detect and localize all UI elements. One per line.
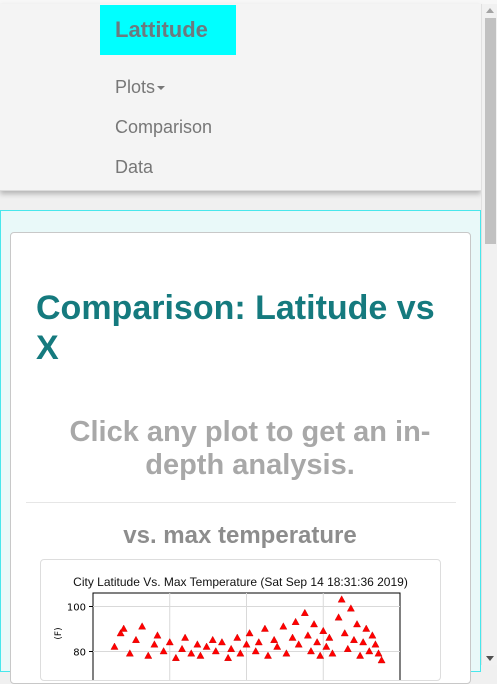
data-point: [307, 647, 315, 655]
plot-max-temperature[interactable]: City Latitude Vs. Max Temperature (Sat S…: [40, 559, 441, 681]
vertical-scrollbar[interactable]: [481, 4, 497, 665]
data-point: [150, 640, 159, 648]
page-subtitle: Click any plot to get an in-depth analys…: [69, 416, 431, 481]
data-point: [350, 635, 358, 643]
data-point: [138, 622, 147, 630]
data-point: [273, 642, 282, 650]
nav-item-comparison[interactable]: Comparison: [115, 116, 212, 138]
data-point: [303, 631, 312, 639]
data-point: [322, 642, 331, 650]
data-point: [196, 651, 205, 659]
data-point: [343, 644, 352, 652]
data-point: [260, 624, 269, 632]
data-point: [264, 651, 272, 659]
data-point: [178, 644, 186, 652]
data-point: [346, 604, 355, 612]
data-point: [270, 635, 279, 643]
data-point: [144, 651, 153, 659]
scroll-thumb[interactable]: [485, 18, 496, 244]
navbar-brand[interactable]: Lattitude: [100, 5, 236, 55]
nav-item-plots[interactable]: Plots: [115, 76, 166, 98]
data-point: [334, 613, 343, 621]
data-point: [362, 624, 371, 632]
data-point: [316, 651, 325, 659]
nav-item-plots-label: Plots: [115, 77, 156, 97]
y-axis-label: (F): [54, 627, 64, 639]
data-point: [368, 631, 377, 639]
caret-down-icon: [157, 86, 166, 91]
data-point: [171, 653, 180, 661]
data-point: [224, 653, 233, 661]
data-point: [208, 635, 217, 643]
section-divider: [26, 502, 456, 503]
data-point: [254, 638, 263, 646]
data-point: [365, 647, 374, 655]
data-point: [159, 647, 168, 655]
data-point: [371, 640, 380, 648]
data-point: [377, 656, 386, 664]
data-point: [110, 642, 119, 650]
data-point: [236, 649, 245, 657]
data-point: [279, 622, 288, 630]
data-point: [328, 649, 337, 657]
data-point: [359, 638, 368, 646]
data-point: [282, 649, 291, 657]
data-point: [319, 626, 328, 634]
data-point: [325, 633, 334, 641]
data-point: [294, 640, 303, 648]
scroll-down-arrow-icon[interactable]: [486, 656, 494, 661]
data-point: [233, 633, 242, 641]
data-point: [165, 638, 174, 646]
data-point: [202, 642, 211, 650]
data-point: [218, 638, 226, 646]
data-point: [251, 647, 260, 655]
data-point: [310, 620, 318, 628]
section-heading-max-temperature: vs. max temperature: [123, 522, 357, 549]
data-point: [340, 629, 349, 637]
data-point: [153, 631, 162, 639]
data-point: [337, 595, 346, 603]
data-point: [356, 651, 365, 659]
data-point: [245, 629, 254, 637]
data-point: [125, 649, 134, 657]
data-point: [242, 640, 251, 648]
data-point: [353, 620, 361, 628]
data-point: [132, 635, 140, 643]
nav-item-data[interactable]: Data: [115, 156, 153, 178]
data-point: [227, 644, 236, 652]
data-point: [181, 633, 190, 641]
y-tick-label: 100: [67, 603, 86, 614]
scatter-chart: 80 100 (F): [54, 592, 401, 680]
data-point: [119, 624, 128, 632]
y-tick-label: 80: [73, 648, 86, 659]
data-point: [193, 640, 202, 648]
data-point: [211, 647, 220, 655]
data-point: [374, 649, 383, 657]
scroll-up-arrow-icon[interactable]: [486, 8, 494, 13]
page-title: Comparison: Latitude vs X: [36, 289, 435, 367]
navbar: Lattitude Plots Comparison Data: [0, 4, 481, 191]
data-point: [187, 649, 196, 657]
data-point: [313, 638, 322, 646]
data-point: [291, 617, 300, 625]
data-point: [288, 633, 297, 641]
data-point: [300, 608, 309, 616]
